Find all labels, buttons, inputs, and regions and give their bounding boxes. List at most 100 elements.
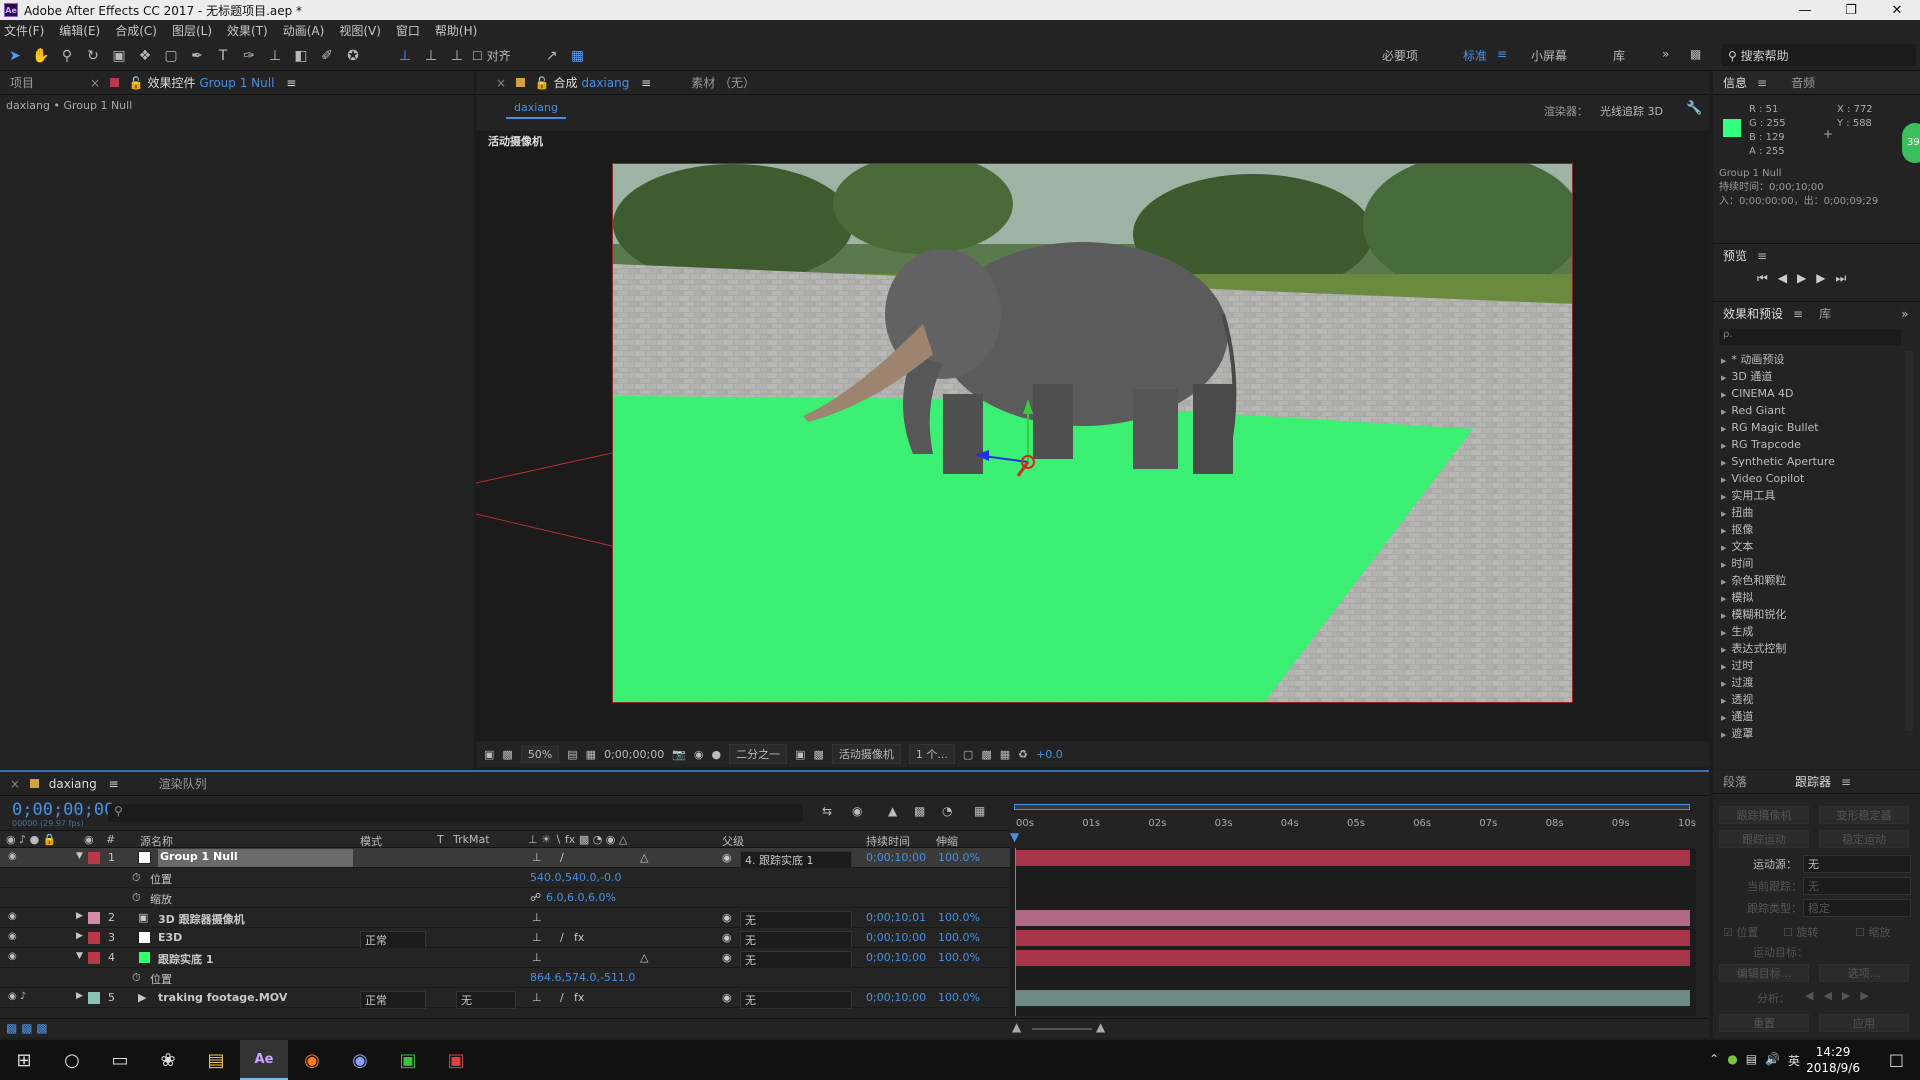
warp-stabilizer-button[interactable]: 变形稳定器 [1819, 806, 1909, 824]
comp-mini-flowchart-icon[interactable]: ⇆ [822, 804, 832, 818]
comp-subtab[interactable]: daxiang [506, 101, 566, 119]
layer-5-pickwhip-icon[interactable]: ◉ [722, 991, 732, 1004]
lock-icon[interactable]: 🔓 [129, 76, 144, 90]
puppet-pin-tool-icon[interactable]: ✪ [342, 45, 364, 67]
stabilize-motion-button[interactable]: 稳定运动 [1819, 830, 1909, 848]
layer-1-pickwhip-icon[interactable]: ◉ [722, 851, 732, 864]
layer-1-3d-icon[interactable]: △ [640, 851, 648, 864]
layer-5-shy-icon[interactable]: ⊥ [532, 991, 542, 1004]
layer-3-duration[interactable]: 0;00;10;00 [866, 931, 926, 944]
camera-dropdown[interactable]: 活动摄像机 [831, 744, 901, 764]
layer-2-visibility-icon[interactable]: ◉ [8, 911, 17, 922]
layer-4-pickwhip-icon[interactable]: ◉ [722, 951, 732, 964]
layer-3-mode[interactable]: 正常 [360, 931, 426, 949]
layer-5-duration[interactable]: 0;00;10;00 [866, 991, 926, 1004]
workspace-standard[interactable]: 标准 [1463, 47, 1487, 64]
timeline-search-input[interactable]: ⚲ [108, 804, 803, 822]
close-timeline-tab-icon[interactable]: × [10, 777, 20, 791]
effects-category-item[interactable]: 透视 [1713, 691, 1903, 708]
stopwatch-icon[interactable]: ⏱ [132, 891, 141, 905]
firefox-icon[interactable]: ◉ [288, 1040, 336, 1080]
layer-2-pickwhip-icon[interactable]: ◉ [722, 911, 732, 924]
layer-2-shy-icon[interactable]: ⊥ [532, 911, 542, 924]
toggle-switches-icon[interactable]: ▩ ▩ ▩ [6, 1021, 48, 1035]
always-preview-icon[interactable]: ▣ [484, 748, 494, 761]
effects-category-item[interactable]: 模糊和锐化 [1713, 606, 1903, 623]
first-frame-icon[interactable]: ⏮ [1757, 271, 1778, 285]
shy-layers-icon[interactable]: ▲ [888, 804, 897, 818]
tab-paragraph[interactable]: 段落 [1713, 773, 1757, 790]
layer-5-name[interactable]: traking footage.MOV [158, 991, 287, 1004]
workspace-libraries[interactable]: 库 [1613, 47, 1625, 64]
tab-info[interactable]: 信息 [1713, 74, 1757, 91]
layer-4-shy-icon[interactable]: ⊥ [532, 951, 542, 964]
work-area-bar[interactable] [1014, 804, 1690, 810]
prop-value[interactable]: 540.0,540.0,-0.0 [530, 871, 621, 884]
options-button[interactable]: 选项... [1819, 964, 1909, 982]
local-axis-icon[interactable]: ⊥ [394, 45, 416, 67]
tray-app-icon[interactable]: ● [1727, 1052, 1737, 1069]
apply-button[interactable]: 应用 [1819, 1014, 1909, 1032]
layer-4-visibility-icon[interactable]: ◉ [8, 951, 17, 962]
fast-preview-icon[interactable]: ▩ [981, 748, 991, 761]
track-bar-5[interactable] [1016, 990, 1690, 1006]
file-explorer-icon[interactable]: ▤ [192, 1040, 240, 1080]
effects-category-item[interactable]: 扭曲 [1713, 504, 1903, 521]
draft-3d-icon[interactable]: ◉ [852, 804, 862, 818]
layer-5-visibility-icon[interactable]: ◉ ♪ [8, 991, 26, 1002]
menu-composition[interactable]: 合成(C) [115, 22, 157, 39]
tracker-menu-icon[interactable]: ≡ [1841, 775, 1851, 789]
tab-render-queue[interactable]: 渲染队列 [149, 775, 217, 792]
effects-category-item[interactable]: 抠像 [1713, 521, 1903, 538]
layer-row-4[interactable]: ◉ ▼ 4 跟踪实底 1 ⊥ △ ◉ 无 0;00;10;00 100.0% [0, 948, 1010, 969]
graph-editor-icon[interactable]: ▦ [974, 804, 985, 818]
effects-category-item[interactable]: 模拟 [1713, 589, 1903, 606]
layer-3-name[interactable]: E3D [158, 931, 182, 944]
network-icon[interactable]: ▤ [1746, 1052, 1757, 1069]
tab-preview[interactable]: 预览 [1713, 247, 1757, 264]
menu-view[interactable]: 视图(V) [339, 22, 381, 39]
menu-animation[interactable]: 动画(A) [283, 22, 325, 39]
restore-icon[interactable]: ❐ [1828, 3, 1874, 18]
zoom-out-icon[interactable]: ▲ [1012, 1020, 1021, 1034]
rotation-checkbox[interactable]: ☐ 旋转 [1783, 924, 1818, 940]
reset-button[interactable]: 重置 [1719, 1014, 1809, 1032]
red-app-icon[interactable]: ▣ [432, 1040, 480, 1080]
grid-icon[interactable]: ▩ [814, 748, 824, 761]
menu-window[interactable]: 窗口 [396, 22, 420, 39]
layer-5-mode[interactable]: 正常 [360, 991, 426, 1009]
layer-3-stretch[interactable]: 100.0% [938, 931, 980, 944]
effects-category-item[interactable]: 通道 [1713, 708, 1903, 725]
workspace-small-screen[interactable]: 小屏幕 [1531, 47, 1567, 64]
layer-1-shy-icon[interactable]: ⊥ [532, 851, 542, 864]
flowchart-icon[interactable]: ▦ [1000, 748, 1010, 761]
layer-3-label-color[interactable] [88, 932, 100, 944]
layer-3-pickwhip-icon[interactable]: ◉ [722, 931, 732, 944]
effects-scrollbar[interactable] [1905, 351, 1913, 731]
layer-5-parent[interactable]: 无 [740, 991, 852, 1009]
effects-category-item[interactable]: 杂色和颗粒 [1713, 572, 1903, 589]
layer-row-1[interactable]: ◉ ▼ 1 Group 1 Null ⊥ ∕ △ ◉ 4. 跟踪实底 1 0;0… [0, 848, 1010, 869]
close-tab-icon[interactable]: × [90, 76, 100, 90]
effects-category-item[interactable]: 过时 [1713, 657, 1903, 674]
menu-layer[interactable]: 图层(L) [172, 22, 212, 39]
effects-category-item[interactable]: 生成 [1713, 623, 1903, 640]
layer-5-label-color[interactable] [88, 992, 100, 1004]
eraser-tool-icon[interactable]: ◧ [290, 45, 312, 67]
workspace-essentials[interactable]: 必要项 [1382, 47, 1418, 64]
position-checkbox[interactable]: ☑ 位置 [1723, 924, 1758, 940]
hand-tool-icon[interactable]: ✋ [30, 45, 52, 67]
analyze-controls[interactable]: ◀◀▶▶ [1805, 989, 1879, 1002]
volume-icon[interactable]: 🔊 [1765, 1052, 1780, 1069]
layer-1-duration[interactable]: 0;00;10;00 [866, 851, 926, 864]
layer-3-parent[interactable]: 无 [740, 931, 852, 949]
frame-blending-icon[interactable]: ▩ [914, 804, 925, 818]
layer-2-parent[interactable]: 无 [740, 911, 852, 929]
pen-tool-icon[interactable]: ✒ [186, 45, 208, 67]
more-workspaces-icon[interactable]: » [1662, 47, 1669, 61]
timeline-menu-icon[interactable]: ≡ [109, 777, 119, 791]
last-frame-icon[interactable]: ⏭ [1836, 271, 1857, 285]
windows-start-icon[interactable]: ⊞ [0, 1040, 48, 1080]
tab-audio[interactable]: 音频 [1781, 74, 1825, 91]
layer-1-label-color[interactable] [88, 852, 100, 864]
